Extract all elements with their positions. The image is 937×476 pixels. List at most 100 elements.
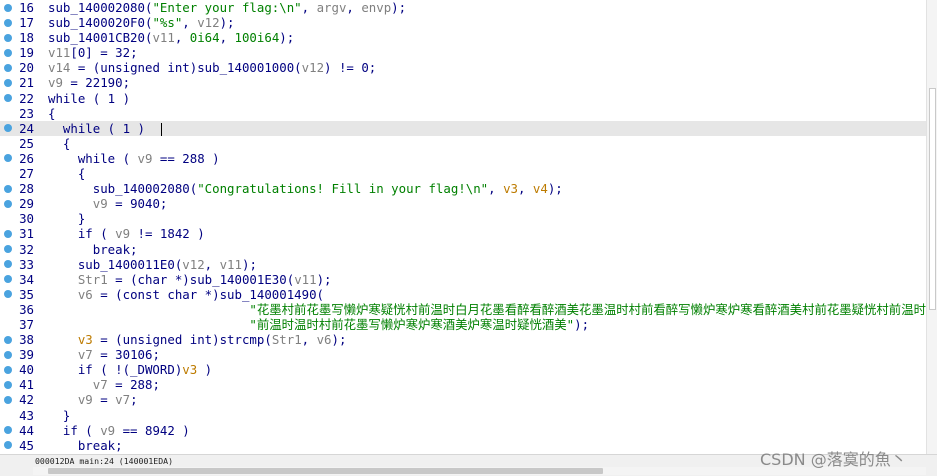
code-line[interactable]: 37 "前温时温时村前花墨写懒炉寒炉寒酒美炉寒温时疑恍酒美"); — [0, 317, 926, 332]
code-line[interactable]: 26 while ( v9 == 288 ) — [0, 151, 926, 166]
line-number: 30 — [19, 211, 34, 227]
line-gutter[interactable]: 29 — [0, 196, 46, 211]
code-line[interactable]: 27 { — [0, 166, 926, 181]
code-line[interactable]: 32 break; — [0, 242, 926, 257]
code-line[interactable]: 29 v9 = 9040; — [0, 196, 926, 211]
code-text: v6 = (const char *)sub_140001490( — [48, 287, 324, 302]
code-token: break; — [48, 241, 138, 257]
line-gutter[interactable]: 33 — [0, 257, 46, 272]
line-number: 34 — [19, 271, 34, 287]
line-gutter[interactable]: 18 — [0, 30, 46, 45]
line-gutter[interactable]: 19 — [0, 45, 46, 60]
line-gutter[interactable]: 25 — [0, 136, 46, 151]
code-line[interactable]: 36 "花墨村前花墨写懒炉寒疑恍村前温时白月花墨看醉看醉酒美花墨温时村前看醉写懒… — [0, 302, 926, 317]
breakpoint-dot-icon[interactable] — [4, 229, 12, 238]
line-gutter[interactable]: 32 — [0, 242, 46, 257]
code-line[interactable]: 43 } — [0, 408, 926, 423]
line-gutter[interactable]: 31 — [0, 226, 46, 241]
breakpoint-dot-icon[interactable] — [4, 48, 12, 57]
code-line[interactable]: 40 if ( !(_DWORD)v3 ) — [0, 362, 926, 377]
line-gutter[interactable]: 35 — [0, 287, 46, 302]
line-gutter[interactable]: 36 — [0, 302, 46, 317]
breakpoint-dot-icon[interactable] — [4, 441, 12, 450]
code-text: sub_14001CB20(v11, 0i64, 100i64); — [48, 30, 294, 45]
code-line[interactable]: 16 sub_140002080("Enter your flag:\n", ar… — [0, 0, 926, 15]
line-gutter[interactable]: 39 — [0, 347, 46, 362]
line-gutter[interactable]: 34 — [0, 272, 46, 287]
line-gutter[interactable]: 23 — [0, 106, 46, 121]
breakpoint-dot-icon[interactable] — [4, 199, 12, 208]
code-line[interactable]: 28 sub_140002080("Congratulations! Fill … — [0, 181, 926, 196]
line-gutter[interactable]: 45 — [0, 438, 46, 453]
breakpoint-dot-icon[interactable] — [4, 290, 12, 299]
line-gutter[interactable]: 26 — [0, 151, 46, 166]
line-gutter[interactable]: 44 — [0, 423, 46, 438]
code-line[interactable]: 41 v7 = 288; — [0, 377, 926, 392]
code-token: v7 — [77, 347, 93, 363]
code-token: } — [48, 211, 86, 227]
line-gutter[interactable]: 28 — [0, 181, 46, 196]
code-line[interactable]: 20 v14 = (unsigned int)sub_140001000(v12)… — [0, 60, 926, 75]
line-number: 38 — [19, 332, 34, 348]
code-line[interactable]: 44 if ( v9 == 8942 ) — [0, 423, 926, 438]
line-gutter[interactable]: 41 — [0, 377, 46, 392]
code-line[interactable]: 24 while ( 1 ) — [0, 120, 926, 136]
pseudocode-view[interactable]: 16 sub_140002080("Enter your flag:\n", ar… — [0, 0, 926, 454]
breakpoint-dot-icon[interactable] — [4, 154, 12, 163]
code-line[interactable]: 35 v6 = (const char *)sub_140001490( — [0, 287, 926, 302]
code-line[interactable]: 22 while ( 1 ) — [0, 91, 926, 106]
breakpoint-dot-icon[interactable] — [4, 124, 12, 133]
line-number: 23 — [19, 105, 34, 121]
code-line[interactable]: 42 v9 = v7; — [0, 392, 926, 407]
breakpoint-dot-icon[interactable] — [4, 63, 12, 72]
breakpoint-dot-icon[interactable] — [4, 380, 12, 389]
code-line[interactable]: 18 sub_14001CB20(v11, 0i64, 100i64); — [0, 30, 926, 45]
code-line[interactable]: 38 v3 = (unsigned int)strcmp(Str1, v6); — [0, 332, 926, 347]
code-token: sub_1400020F0( — [48, 15, 153, 31]
line-gutter[interactable]: 22 — [0, 91, 46, 106]
line-gutter[interactable]: 38 — [0, 332, 46, 347]
code-line[interactable]: 21 v9 = 22190; — [0, 75, 926, 90]
code-line[interactable]: 33 sub_1400011E0(v12, v11); — [0, 257, 926, 272]
code-line[interactable]: 31 if ( v9 != 1842 ) — [0, 226, 926, 241]
breakpoint-dot-icon[interactable] — [4, 350, 12, 359]
breakpoint-dot-icon[interactable] — [4, 78, 12, 87]
horizontal-scrollbar-thumb[interactable] — [48, 468, 603, 474]
line-gutter[interactable]: 30 — [0, 211, 46, 226]
breakpoint-dot-icon[interactable] — [4, 365, 12, 374]
line-gutter[interactable]: 24 — [0, 121, 46, 136]
breakpoint-dot-icon[interactable] — [4, 33, 12, 42]
breakpoint-dot-icon[interactable] — [4, 94, 12, 103]
breakpoint-dot-icon[interactable] — [4, 3, 12, 12]
breakpoint-dot-icon[interactable] — [4, 245, 12, 253]
breakpoint-dot-icon[interactable] — [4, 426, 12, 435]
code-token: v7 — [115, 392, 131, 408]
vertical-scrollbar[interactable] — [926, 0, 937, 454]
line-gutter[interactable]: 27 — [0, 166, 46, 181]
line-gutter[interactable]: 20 — [0, 60, 46, 75]
code-line[interactable]: 34 Str1 = (char *)sub_140001E30(v11); — [0, 272, 926, 287]
code-token: v3 — [77, 332, 93, 348]
code-line[interactable]: 23 { — [0, 106, 926, 121]
line-gutter[interactable]: 43 — [0, 408, 46, 423]
code-token: sub_140002080( — [48, 181, 198, 197]
code-line[interactable]: 39 v7 = 30106; — [0, 347, 926, 362]
code-line[interactable]: 17 sub_1400020F0("%s", v12); — [0, 15, 926, 30]
line-gutter[interactable]: 37 — [0, 317, 46, 332]
code-line[interactable]: 25 { — [0, 136, 926, 151]
breakpoint-dot-icon[interactable] — [4, 395, 12, 404]
line-gutter[interactable]: 40 — [0, 362, 46, 377]
code-token: { — [48, 166, 86, 182]
code-line[interactable]: 30 } — [0, 211, 926, 226]
breakpoint-dot-icon[interactable] — [4, 18, 12, 27]
line-gutter[interactable]: 17 — [0, 15, 46, 30]
breakpoint-dot-icon[interactable] — [4, 184, 12, 193]
line-gutter[interactable]: 42 — [0, 392, 46, 407]
breakpoint-dot-icon[interactable] — [4, 275, 12, 284]
vertical-scrollbar-thumb[interactable] — [929, 88, 936, 310]
breakpoint-dot-icon[interactable] — [4, 260, 12, 269]
breakpoint-dot-icon[interactable] — [4, 335, 12, 344]
line-gutter[interactable]: 16 — [0, 0, 46, 15]
line-gutter[interactable]: 21 — [0, 75, 46, 90]
code-line[interactable]: 19 v11[0] = 32; — [0, 45, 926, 60]
